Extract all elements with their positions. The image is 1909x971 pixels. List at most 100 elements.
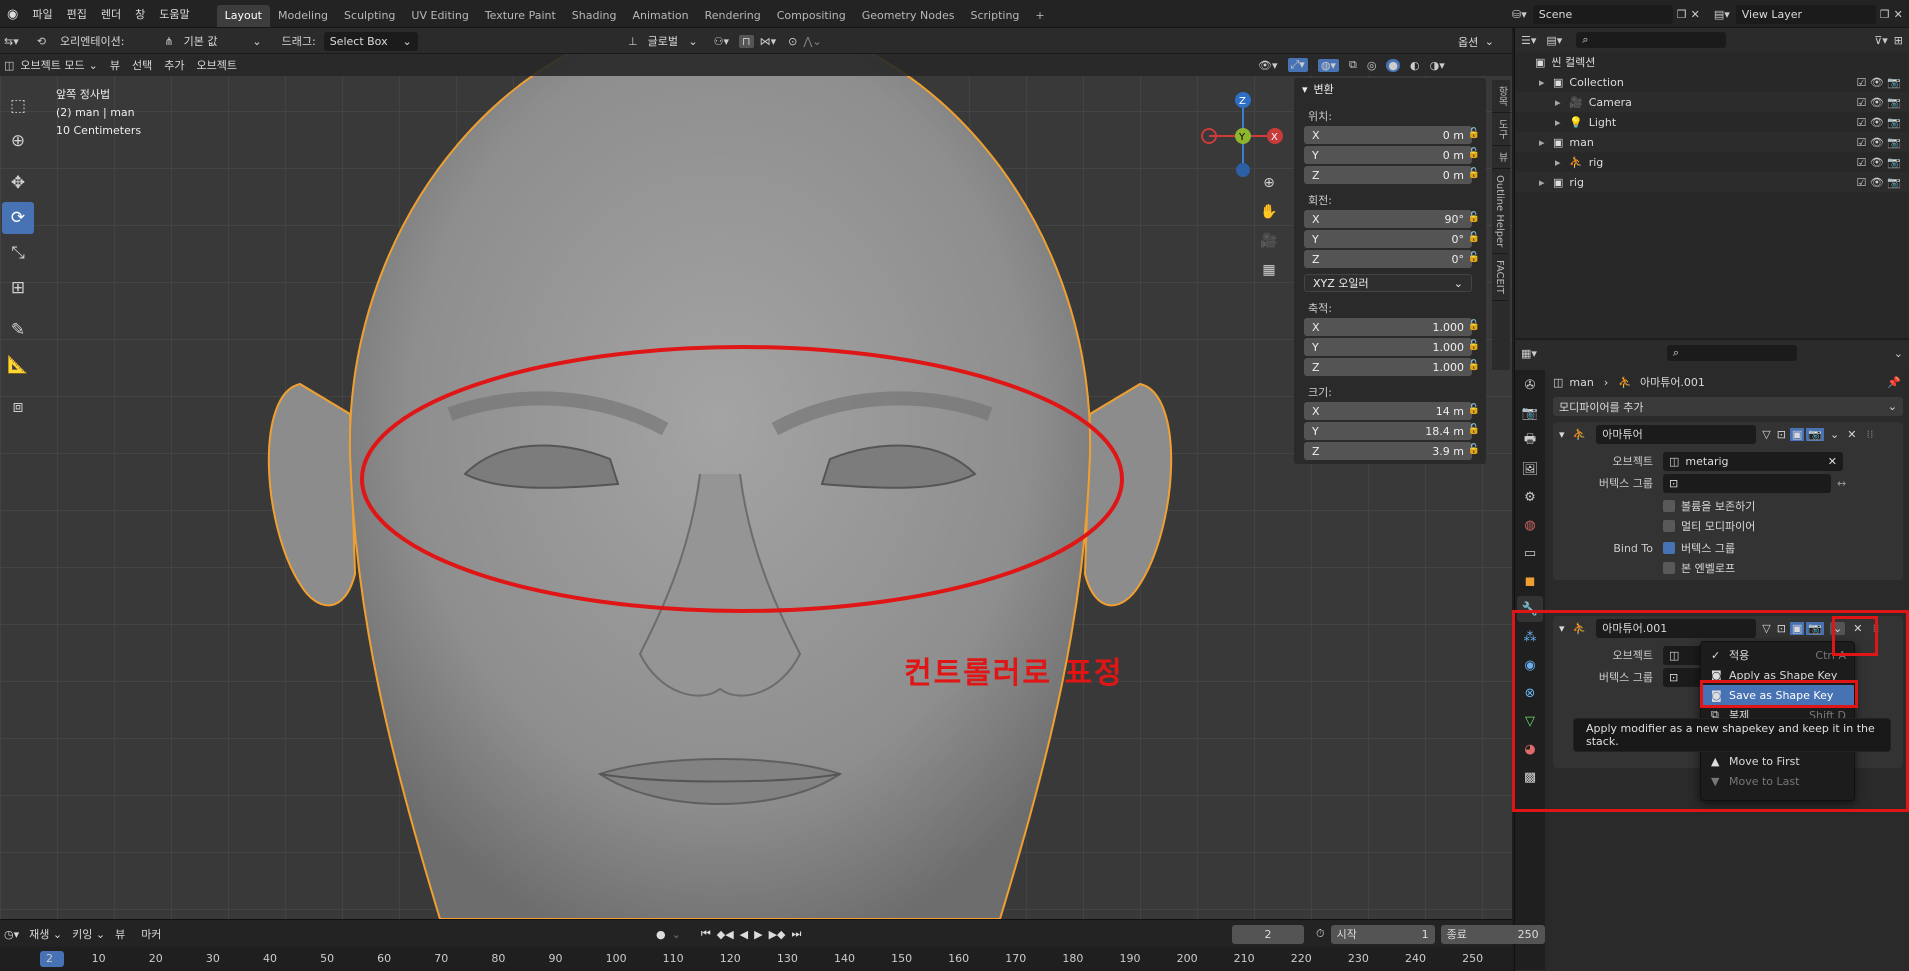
menu-object[interactable]: 오브젝트 — [196, 57, 236, 73]
rotation-z-field[interactable]: Z 0° — [1304, 250, 1472, 268]
lock-icon[interactable]: 🔓 — [1468, 232, 1480, 243]
location-y-field[interactable]: Y 0 m — [1304, 146, 1472, 164]
vgroup-field[interactable]: ⊡ — [1663, 473, 1831, 493]
tab-view[interactable]: 뷰 — [1492, 146, 1511, 169]
bind-vgroup-checkbox[interactable] — [1663, 542, 1675, 554]
render-tab-icon[interactable]: 📷 — [1517, 400, 1543, 426]
bind-envelope-checkbox[interactable] — [1663, 562, 1675, 574]
menu-select[interactable]: 선택 — [132, 57, 152, 73]
outliner-row-collection[interactable]: ▸ ▣ Collection ☑ 👁 📷 — [1515, 72, 1909, 92]
shading-wireframe-icon[interactable]: ◎ — [1367, 59, 1377, 72]
invert-icon[interactable]: ↔ — [1837, 477, 1846, 490]
options-dropdown[interactable]: 옵션 ⌄ — [1452, 32, 1500, 51]
lock-icon[interactable]: 🔓 — [1468, 128, 1480, 139]
transform-pivot-icon[interactable]: ⟲ — [37, 35, 46, 48]
pin-icon[interactable]: 📌 — [1887, 376, 1901, 389]
dimensions-z-field[interactable]: Z 3.9 m — [1304, 442, 1472, 460]
tab-item[interactable]: 항목 — [1492, 80, 1511, 113]
proportional-edit-icon[interactable]: ⊙ — [788, 35, 797, 48]
clear-icon[interactable]: ✕ — [1828, 455, 1837, 468]
measure-icon[interactable]: 📐 — [2, 349, 34, 381]
output-tab-icon[interactable]: 🖶 — [1517, 428, 1543, 454]
pivot-point-icon[interactable]: ⚇▾ — [714, 35, 729, 48]
snap-icon[interactable]: ⊓ — [738, 34, 754, 48]
drag-handle-icon[interactable]: ⁞⁞ — [1866, 428, 1873, 441]
tab-animation[interactable]: Animation — [624, 5, 696, 27]
chevron-down-icon[interactable]: ⌄ — [1894, 347, 1903, 360]
annotate-icon[interactable]: ✎ — [2, 314, 34, 346]
next-keyframe-icon[interactable]: ▶◆ — [769, 928, 786, 941]
outliner-row-man[interactable]: ▸ ▣ man ☑ 👁 📷 — [1515, 132, 1909, 152]
camera-view-icon[interactable]: 🎥 — [1256, 228, 1282, 254]
scale-y-field[interactable]: Y 1.000 — [1304, 338, 1472, 356]
lock-icon[interactable]: 🔓 — [1468, 148, 1480, 159]
new-viewlayer-icon[interactable]: ❐ — [1880, 8, 1890, 21]
tab-outline-helper[interactable]: Outline Helper — [1492, 169, 1507, 255]
add-modifier-dropdown[interactable]: 모디파이어를 추가 ⌄ — [1553, 397, 1903, 416]
pan-hand-icon[interactable]: ✋ — [1256, 199, 1282, 225]
tab-texture-paint[interactable]: Texture Paint — [477, 5, 564, 27]
collapse-arrow-icon[interactable]: ▾ — [1302, 83, 1308, 96]
orientation-dropdown[interactable]: 기본 값 ⌄ — [177, 31, 268, 51]
rotation-mode-dropdown[interactable]: XYZ 오일러 ⌄ — [1304, 274, 1472, 292]
editmode-toggle-icon[interactable]: ▽ — [1762, 428, 1770, 441]
close-icon[interactable]: ✕ — [1847, 428, 1856, 441]
filter-icon[interactable]: ⊽▾ — [1874, 34, 1888, 47]
tab-geometry-nodes[interactable]: Geometry Nodes — [854, 5, 963, 27]
scale-icon[interactable]: ⤡ — [2, 237, 34, 269]
viewlayer-tab-icon[interactable]: 🖼 — [1517, 456, 1543, 482]
menu-file[interactable]: 파일 — [25, 0, 59, 28]
collection-tab-icon[interactable]: ▭ — [1517, 540, 1543, 566]
timeline-editor-icon[interactable]: ◷▾ — [4, 928, 19, 941]
cursor-icon[interactable]: ⊕ — [2, 125, 34, 157]
cage-toggle-icon[interactable]: ⊡ — [1777, 428, 1786, 441]
expand-arrow-icon[interactable]: ▸ — [1555, 116, 1569, 129]
outliner-root[interactable]: ▣ 씬 컬렉션 — [1515, 52, 1909, 72]
visibility-toggles[interactable]: ☑ 👁 📷 — [1856, 96, 1901, 109]
new-collection-icon[interactable]: ⊞ — [1894, 34, 1903, 47]
tab-shading[interactable]: Shading — [564, 5, 625, 27]
tab-rendering[interactable]: Rendering — [697, 5, 769, 27]
scale-x-field[interactable]: X 1.000 — [1304, 318, 1472, 336]
breadcrumb-modifier[interactable]: 아마튜어.001 — [1640, 374, 1705, 390]
scale-z-field[interactable]: Z 1.000 — [1304, 358, 1472, 376]
viewlayer-selector[interactable]: View Layer — [1735, 4, 1876, 24]
multi-modifier-checkbox[interactable] — [1663, 520, 1675, 532]
lock-icon[interactable]: 🔓 — [1468, 340, 1480, 351]
prev-keyframe-icon[interactable]: ◆◀ — [717, 928, 734, 941]
tab-uv-editing[interactable]: UV Editing — [403, 5, 476, 27]
lock-icon[interactable]: 🔓 — [1468, 424, 1480, 435]
breadcrumb-object[interactable]: man — [1569, 376, 1593, 389]
menu-add[interactable]: 추가 — [164, 57, 184, 73]
lock-icon[interactable]: 🔓 — [1468, 168, 1480, 179]
mode-dropdown[interactable]: 오브젝트 모드 — [20, 57, 84, 73]
jump-end-icon[interactable]: ⏭ — [792, 927, 802, 941]
rotation-x-field[interactable]: X 90° — [1304, 210, 1472, 228]
falloff-icon[interactable]: ⋀⌄ — [803, 35, 821, 48]
current-frame-field[interactable]: 2 — [1232, 924, 1304, 944]
autokey-record-icon[interactable]: ● — [656, 928, 666, 941]
lock-icon[interactable]: 🔓 — [1468, 404, 1480, 415]
menu-view[interactable]: 뷰 — [110, 57, 120, 73]
editor-type-icon[interactable]: ⇆▾ — [4, 35, 19, 48]
overlay-toggle-icon[interactable]: ◍▾ — [1317, 58, 1339, 72]
expand-arrow-icon[interactable]: ▸ — [1555, 156, 1569, 169]
shading-rendered-icon[interactable]: ◑▾ — [1430, 59, 1445, 72]
dimensions-y-field[interactable]: Y 18.4 m — [1304, 422, 1472, 440]
tab-tool[interactable]: 도구 — [1492, 113, 1511, 146]
outliner-row-rig[interactable]: ▸ ▣ rig ☑ 👁 📷 — [1515, 172, 1909, 192]
menu-render[interactable]: 렌더 — [94, 0, 128, 28]
ortho-grid-icon[interactable]: ▦ — [1256, 257, 1282, 283]
render-toggle-icon[interactable]: 📷 — [1806, 427, 1825, 441]
shading-solid-icon[interactable]: ● — [1386, 58, 1401, 72]
outliner-row-rig[interactable]: ▸ ⛹ rig ☑ 👁 📷 — [1515, 152, 1909, 172]
tab-scripting[interactable]: Scripting — [963, 5, 1028, 27]
dimensions-x-field[interactable]: X 14 m — [1304, 402, 1472, 420]
visibility-toggles[interactable]: ☑ 👁 📷 — [1856, 136, 1901, 149]
object-field[interactable]: ◫ metarig ✕ — [1663, 451, 1843, 471]
expand-arrow-icon[interactable]: ▸ — [1539, 176, 1553, 189]
blender-logo-icon[interactable]: ◉ — [0, 0, 25, 28]
tab-modeling[interactable]: Modeling — [270, 5, 336, 27]
properties-editor-icon[interactable]: ▦▾ — [1521, 347, 1537, 360]
visibility-toggles[interactable]: ☑ 👁 📷 — [1856, 76, 1901, 89]
